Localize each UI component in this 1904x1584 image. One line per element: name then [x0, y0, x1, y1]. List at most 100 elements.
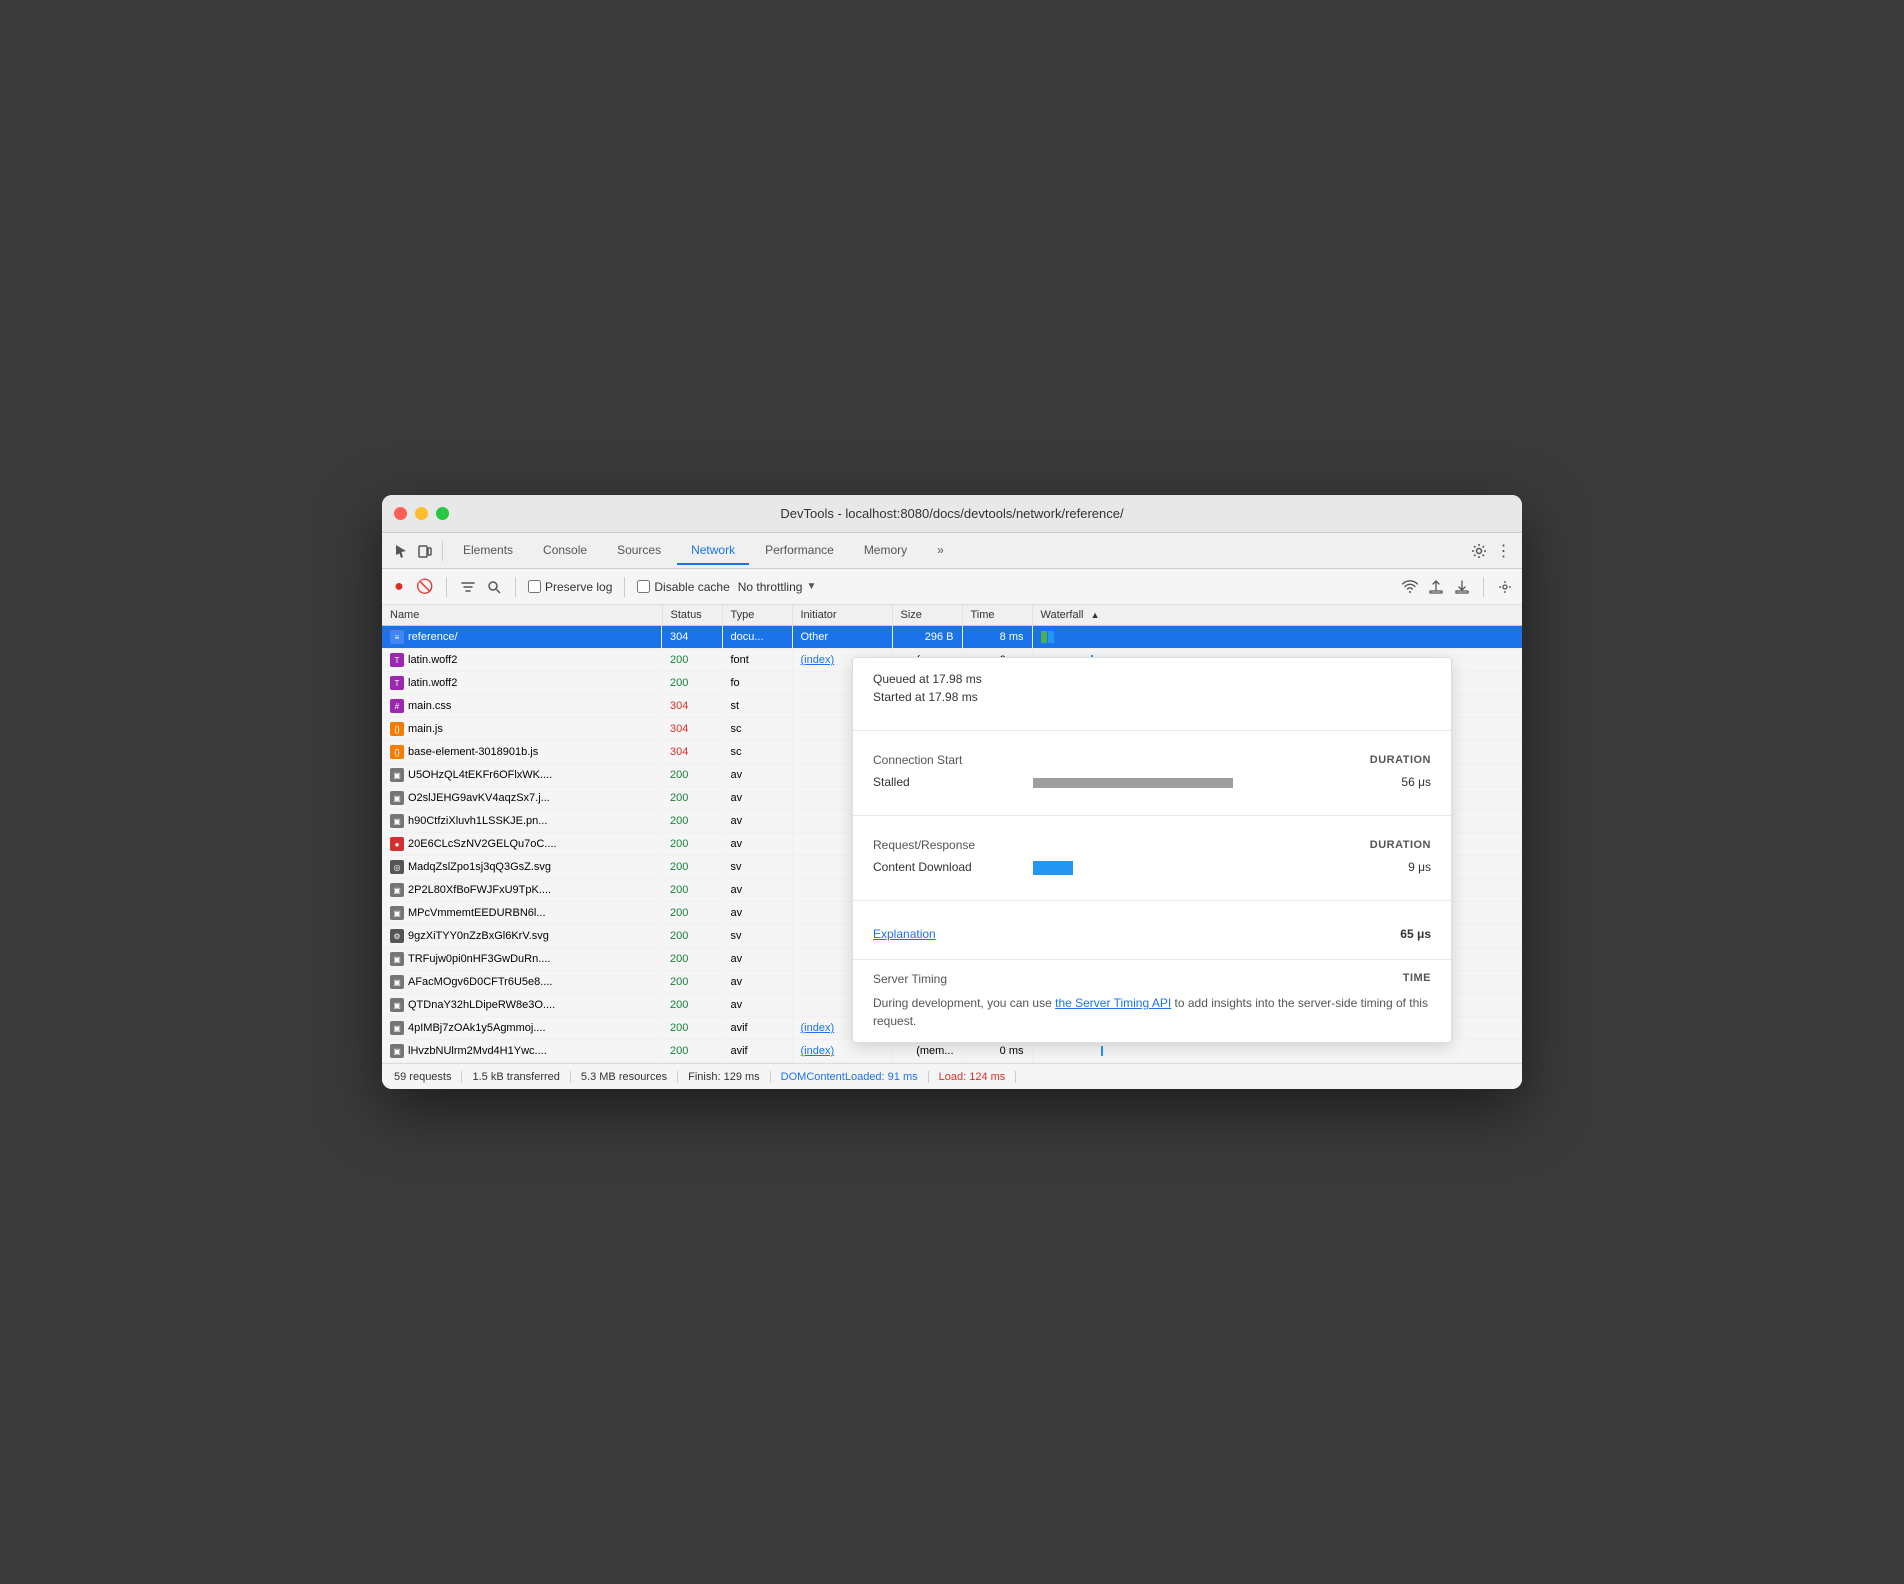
gear-small-icon: [1498, 580, 1512, 594]
row-icon: ▣: [390, 906, 404, 920]
inspect-tool-button[interactable]: [390, 540, 412, 562]
filter-bar: ● 🚫 Preserve log Disable cache No thrott…: [382, 569, 1522, 605]
maximize-button[interactable]: [436, 507, 449, 520]
record-button[interactable]: ●: [390, 578, 408, 596]
filter-icon: [461, 580, 475, 594]
row-name: TRFujw0pi0nHF3GwDuRn....: [408, 953, 550, 965]
cell-status: 200: [662, 971, 722, 994]
download-icon: [1455, 580, 1469, 594]
tab-network[interactable]: Network: [677, 537, 749, 565]
disable-cache-checkbox[interactable]: [637, 580, 650, 593]
cell-type: av: [722, 787, 792, 810]
devtools-window: DevTools - localhost:8080/docs/devtools/…: [382, 495, 1522, 1089]
started-at-row: Started at 17.98 ms: [873, 690, 1431, 704]
status-bar: 59 requests 1.5 kB transferred 5.3 MB re…: [382, 1063, 1522, 1089]
preserve-log-checkbox[interactable]: [528, 580, 541, 593]
settings-button[interactable]: [1468, 540, 1490, 562]
transferred-size: 1.5 kB transferred: [462, 1071, 570, 1083]
throttle-selector[interactable]: No throttling ▼: [738, 580, 817, 594]
row-icon: ◎: [390, 860, 404, 874]
more-options-button[interactable]: ⋮: [1492, 540, 1514, 562]
row-icon: T: [390, 676, 404, 690]
cell-status: 200: [662, 879, 722, 902]
cell-name: ▣QTDnaY32hLDipeRW8e3O....: [382, 994, 662, 1016]
minimize-button[interactable]: [415, 507, 428, 520]
col-header-name[interactable]: Name: [382, 605, 662, 626]
row-icon: T: [390, 653, 404, 667]
device-toggle-button[interactable]: [414, 540, 436, 562]
col-header-type[interactable]: Type: [722, 605, 792, 626]
tab-memory[interactable]: Memory: [850, 537, 921, 565]
cell-status: 304: [662, 626, 722, 649]
row-icon: #: [390, 699, 404, 713]
server-timing-api-link[interactable]: the Server Timing API: [1055, 996, 1171, 1010]
cell-name: ◎MadqZslZpo1sj3qQ3GsZ.svg: [382, 856, 662, 878]
cell-status: 304: [662, 741, 722, 764]
row-name: 9gzXiTYY0nZzBxGl6KrV.svg: [408, 930, 549, 942]
stalled-row: Stalled 56 μs: [873, 775, 1431, 789]
content-download-row: Content Download 9 μs: [873, 860, 1431, 874]
filter-separator-3: [624, 577, 625, 597]
wifi-button[interactable]: [1401, 578, 1419, 596]
cursor-icon: [393, 543, 409, 559]
row-icon: ●: [390, 837, 404, 851]
cell-name: ▣O2slJEHG9avKV4aqzSx7.j...: [382, 787, 662, 809]
row-icon: {}: [390, 722, 404, 736]
row-icon: {}: [390, 745, 404, 759]
cell-status: 200: [662, 1017, 722, 1040]
col-header-initiator[interactable]: Initiator: [792, 605, 892, 626]
col-header-waterfall[interactable]: Waterfall ▲: [1032, 605, 1522, 626]
col-header-time[interactable]: Time: [962, 605, 1032, 626]
finish-time: Finish: 129 ms: [678, 1071, 771, 1083]
cell-size: 296 B: [892, 626, 962, 649]
col-header-size[interactable]: Size: [892, 605, 962, 626]
settings-filter-button[interactable]: [1496, 578, 1514, 596]
cell-type: st: [722, 695, 792, 718]
request-response-header: Request/Response DURATION: [873, 838, 1431, 852]
col-header-status[interactable]: Status: [662, 605, 722, 626]
row-icon: ▣: [390, 883, 404, 897]
tab-more[interactable]: »: [923, 537, 958, 565]
row-icon: ▣: [390, 768, 404, 782]
row-name: 20E6CLcSzNV2GELQu7oC....: [408, 838, 557, 850]
server-timing-description: During development, you can use the Serv…: [873, 994, 1431, 1030]
initiator-link[interactable]: (index): [801, 1022, 835, 1034]
popup-meta-section: Queued at 17.98 ms Started at 17.98 ms: [853, 658, 1451, 722]
cell-status: 200: [662, 787, 722, 810]
initiator-link[interactable]: (index): [801, 654, 835, 666]
row-icon: ▣: [390, 814, 404, 828]
tab-console[interactable]: Console: [529, 537, 601, 565]
upload-icon: [1429, 580, 1443, 594]
devtools-tab-bar: Elements Console Sources Network Perform…: [382, 533, 1522, 569]
tab-sources[interactable]: Sources: [603, 537, 675, 565]
ellipsis-icon: ⋮: [1496, 541, 1511, 561]
download-button[interactable]: [1453, 578, 1471, 596]
cell-name: ▣4pIMBj7zOAk1y5Agmmoj....: [382, 1017, 662, 1039]
search-button[interactable]: [485, 578, 503, 596]
waterfall-bar-tiny: [1101, 1046, 1103, 1056]
cell-type: docu...: [722, 626, 792, 649]
cell-status: 200: [662, 856, 722, 879]
cell-status: 200: [662, 810, 722, 833]
filter-icon-button[interactable]: [459, 578, 477, 596]
row-icon: ▣: [390, 1021, 404, 1035]
cell-type: font: [722, 649, 792, 672]
cell-status: 200: [662, 994, 722, 1017]
close-button[interactable]: [394, 507, 407, 520]
preserve-log-label[interactable]: Preserve log: [528, 580, 612, 594]
cell-status: 200: [662, 649, 722, 672]
initiator-link[interactable]: (index): [801, 1045, 835, 1057]
explanation-link[interactable]: Explanation: [873, 927, 936, 941]
row-name: reference/: [408, 631, 458, 643]
upload-button[interactable]: [1427, 578, 1445, 596]
cell-name: #main.css: [382, 695, 662, 717]
disable-cache-label[interactable]: Disable cache: [637, 580, 729, 594]
table-row[interactable]: ≡reference/ 304 docu... Other 296 B 8 ms: [382, 626, 1522, 649]
cell-name: ▣MPcVmmemtEEDURBN6l...: [382, 902, 662, 924]
tab-elements[interactable]: Elements: [449, 537, 527, 565]
filter-separator-4: [1483, 577, 1484, 597]
stop-button[interactable]: 🚫: [416, 578, 434, 596]
stalled-bar: [1033, 778, 1233, 788]
tab-performance[interactable]: Performance: [751, 537, 848, 565]
cell-type: av: [722, 902, 792, 925]
